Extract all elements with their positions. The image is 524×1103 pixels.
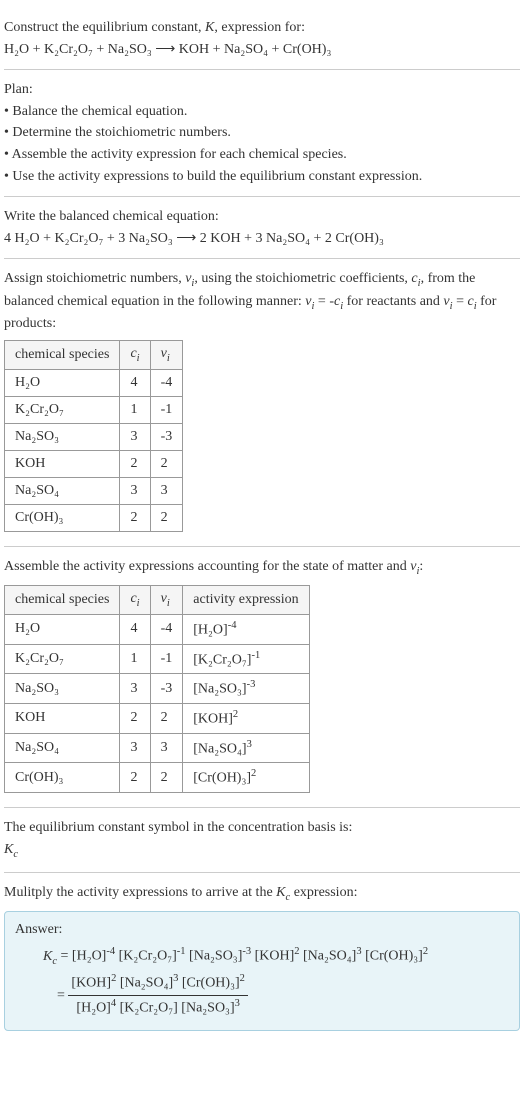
symbol-value: Kc <box>4 840 520 862</box>
balanced-label: Write the balanced chemical equation: <box>4 207 520 227</box>
table-row: Cr(OH)₃22 <box>5 504 183 531</box>
col-species: chemical species <box>5 586 120 615</box>
plan-item: • Determine the stoichiometric numbers. <box>4 123 520 143</box>
table-row: KOH 2 2 [KOH]2 <box>5 703 310 733</box>
table-row: H₂O 4 -4 [H₂O]-4 <box>5 614 310 644</box>
answer-product-line: Kc = [H₂O]-4 [K₂Cr₂O₇]-1 [Na₂SO₃]-3 [KOH… <box>15 944 509 970</box>
col-c: ci <box>120 586 150 615</box>
stoich-section: Assign stoichiometric numbers, νi, using… <box>4 259 520 546</box>
symbol-text: The equilibrium constant symbol in the c… <box>4 818 520 838</box>
answer-fraction-line: = [KOH]2 [Na₂SO₄]3 [Cr(OH)₃]2 [H₂O]4 [K₂… <box>15 971 509 1020</box>
table-row: H₂O4-4 <box>5 369 183 396</box>
plan-item: • Balance the chemical equation. <box>4 102 520 122</box>
col-c: ci <box>120 340 150 369</box>
col-v: νi <box>150 340 183 369</box>
table-row: Na₂SO₃ 3 -3 [Na₂SO₃]-3 <box>5 674 310 704</box>
balanced-section: Write the balanced chemical equation: 4 … <box>4 197 520 259</box>
plan-label: Plan: <box>4 80 520 100</box>
col-v: νi <box>150 586 183 615</box>
table-row: K₂Cr₂O₇1-1 <box>5 396 183 423</box>
stoich-table: chemical species ci νi H₂O4-4 K₂Cr₂O₇1-1… <box>4 340 183 532</box>
activity-expr: [Na₂SO₃]-3 <box>183 674 309 704</box>
fraction-denominator: [H₂O]4 [K₂Cr₂O₇] [Na₂SO₃]3 <box>68 996 247 1020</box>
activity-expr: [Cr(OH)₃]2 <box>183 763 309 793</box>
stoich-text: Assign stoichiometric numbers, νi, using… <box>4 269 520 334</box>
intro-title: Construct the equilibrium constant, K, e… <box>4 18 520 38</box>
multiply-section: Mulitply the activity expressions to arr… <box>4 873 520 1039</box>
activity-table: chemical species ci νi activity expressi… <box>4 585 310 793</box>
plan-item: • Use the activity expressions to build … <box>4 167 520 187</box>
activity-section: Assemble the activity expressions accoun… <box>4 547 520 808</box>
plan-item: • Assemble the activity expression for e… <box>4 145 520 165</box>
fraction-numerator: [KOH]2 [Na₂SO₄]3 [Cr(OH)₃]2 <box>68 971 247 996</box>
table-row: Na₂SO₄33 <box>5 477 183 504</box>
symbol-section: The equilibrium constant symbol in the c… <box>4 808 520 873</box>
activity-expr: [H₂O]-4 <box>183 614 309 644</box>
balanced-equation: 4 H₂O + K₂Cr₂O₇ + 3 Na₂SO₃ ⟶ 2 KOH + 3 N… <box>4 229 520 249</box>
table-row: Na₂SO₃3-3 <box>5 423 183 450</box>
col-species: chemical species <box>5 340 120 369</box>
answer-fraction: [KOH]2 [Na₂SO₄]3 [Cr(OH)₃]2 [H₂O]4 [K₂Cr… <box>68 971 247 1020</box>
activity-expr: [Na₂SO₄]3 <box>183 733 309 763</box>
intro-equation: H₂O + K₂Cr₂O₇ + Na₂SO₃ ⟶ KOH + Na₂SO₄ + … <box>4 40 520 60</box>
table-header-row: chemical species ci νi activity expressi… <box>5 586 310 615</box>
table-row: Na₂SO₄ 3 3 [Na₂SO₄]3 <box>5 733 310 763</box>
col-expr: activity expression <box>183 586 309 615</box>
multiply-text: Mulitply the activity expressions to arr… <box>4 883 520 905</box>
answer-box: Answer: Kc = [H₂O]-4 [K₂Cr₂O₇]-1 [Na₂SO₃… <box>4 911 520 1030</box>
answer-label: Answer: <box>15 922 509 938</box>
activity-expr: [K₂Cr₂O₇]-1 <box>183 644 309 674</box>
table-row: KOH22 <box>5 450 183 477</box>
intro-section: Construct the equilibrium constant, K, e… <box>4 8 520 70</box>
table-row: Cr(OH)₃ 2 2 [Cr(OH)₃]2 <box>5 763 310 793</box>
activity-text: Assemble the activity expressions accoun… <box>4 557 520 579</box>
plan-section: Plan: • Balance the chemical equation. •… <box>4 70 520 197</box>
table-row: K₂Cr₂O₇ 1 -1 [K₂Cr₂O₇]-1 <box>5 644 310 674</box>
table-header-row: chemical species ci νi <box>5 340 183 369</box>
activity-expr: [KOH]2 <box>183 703 309 733</box>
